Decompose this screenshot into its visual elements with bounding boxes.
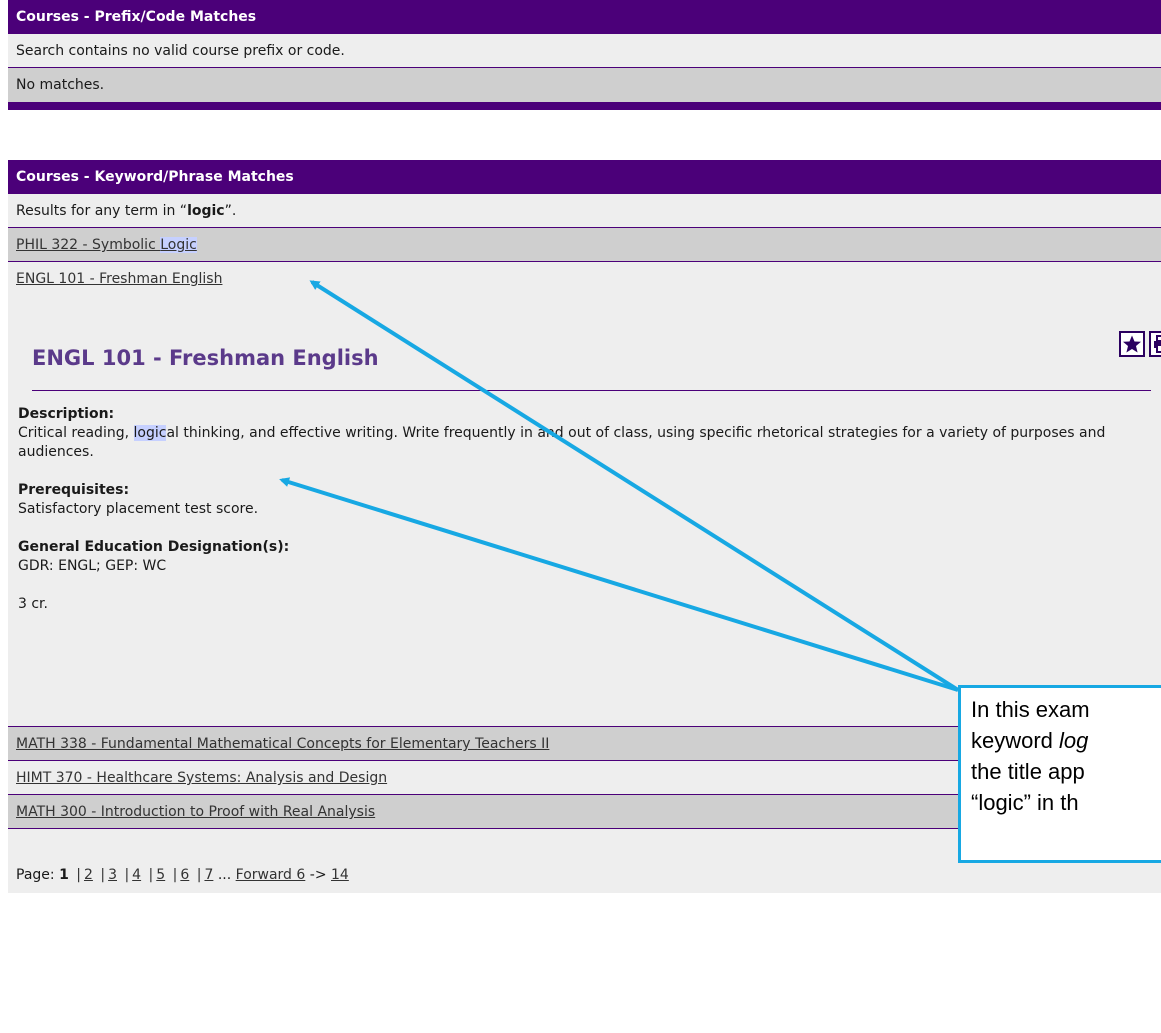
callout-line: keyword log xyxy=(971,725,1161,756)
annotation-arrows xyxy=(279,280,960,692)
callout-line: In this exam xyxy=(971,697,1090,722)
callout-line: “logic” in th xyxy=(971,790,1079,815)
callout-emphasis: log xyxy=(1059,728,1089,753)
callout-line: the title app xyxy=(971,759,1085,784)
annotation-callout: In this exam keyword log the title app “… xyxy=(958,685,1161,863)
arrow-to-title xyxy=(309,280,960,692)
callout-text: keyword xyxy=(971,728,1060,753)
arrow-to-description xyxy=(279,477,959,692)
